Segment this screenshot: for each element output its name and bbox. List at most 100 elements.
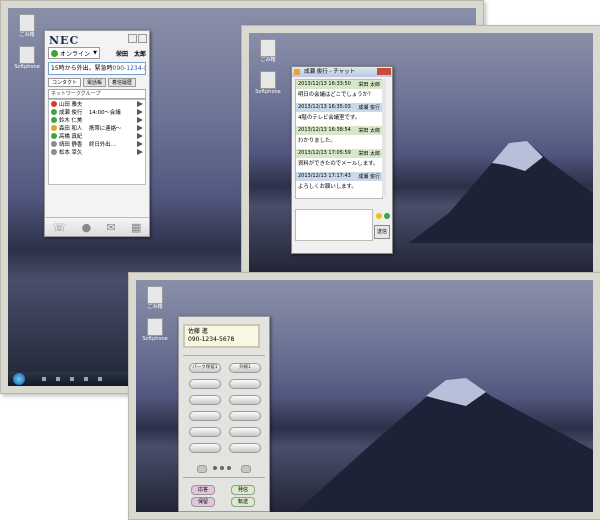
tray-icon[interactable] [42,377,46,381]
presence-icon [51,149,57,155]
chat-sender: 成瀬 俊行 [358,174,380,180]
chat-message-header: 2013/12/13 17:05:59 栄田 太郎 [296,149,382,158]
chevron-right-icon[interactable] [137,133,143,139]
function-key[interactable] [189,427,221,437]
tray-icon[interactable] [84,377,88,381]
chat-message: 2013/12/13 16:35:03 成瀬 俊行 4階のテレビ会議室です。 [296,103,382,122]
emoji-icon[interactable] [376,213,382,219]
contact-row[interactable]: 松本 幸久 [49,148,145,156]
desktop-icon-softphone[interactable]: Softphone [255,71,281,95]
chat-message-header: 2013/12/13 17:17:43 成瀬 俊行 [296,172,382,181]
mail-icon[interactable]: ✉ [107,221,116,234]
chat-message-header: 2013/12/13 16:33:50 栄田 太郎 [296,80,382,89]
answer-button[interactable]: 応答 [191,485,215,495]
function-key[interactable] [229,427,261,437]
function-key[interactable] [229,395,261,405]
presence-icon [51,117,57,123]
start-button[interactable] [13,373,25,385]
chevron-right-icon[interactable] [137,109,143,115]
chevron-right-icon[interactable] [137,149,143,155]
chat-sender: 栄田 太郎 [358,151,380,157]
contact-name: 鈴木 仁美 [59,118,83,124]
chat-title: 成瀬 俊行 - チャット [304,69,356,75]
call-button[interactable]: 発信 [231,485,255,495]
tray-icon[interactable] [98,377,102,381]
presence-icon [51,101,57,107]
chevron-right-icon[interactable] [137,141,143,147]
app-shortcut-icon [147,318,163,336]
function-key[interactable] [189,411,221,421]
status-message-field[interactable]: 15時から外出。緊急時090-1234-xxxx [48,62,146,75]
function-key[interactable]: 外線1 [229,363,261,373]
page-indicator [227,466,231,470]
phone-icon[interactable]: ☏ [53,221,67,234]
chat-message: 2013/12/13 16:33:50 栄田 太郎 明日の会議はどこでしょうか？ [296,80,382,99]
chevron-right-icon[interactable] [137,125,143,131]
function-key[interactable] [189,379,221,389]
minimize-button[interactable] [128,34,137,43]
page-indicator [213,466,217,470]
callee-display: 佐藤 進 090-1234-5678 [183,324,260,348]
function-key[interactable]: パーク保留1 [189,363,221,373]
contact-list: 山田 雅夫 成瀬 俊行 14:00〜会議鈴木 仁美 森田 和人 携帯に連絡〜高橋 真紀靖… [48,99,146,185]
chat-title-bar: 成瀬 俊行 - チャット [292,67,392,77]
contact-row[interactable]: 山田 雅夫 [49,100,145,108]
page-prev-button[interactable] [197,465,207,473]
tab-phonebook[interactable]: 電話帳 [83,78,107,87]
close-button[interactable] [377,68,391,75]
contact-name: 成瀬 俊行 [59,110,83,116]
chevron-down-icon: ▼ [93,50,97,56]
desktop-icon-softphone[interactable]: Softphone [142,318,168,342]
transfer-button[interactable]: 転送 [231,497,255,507]
function-key[interactable] [229,379,261,389]
contact-row[interactable]: 森田 和人 携帯に連絡〜 [49,124,145,132]
chat-timestamp: 2013/12/13 16:35:03 [298,104,351,110]
chat-input[interactable] [295,209,373,241]
contact-row[interactable]: 靖田 静香 終日外出… [49,140,145,148]
close-button[interactable] [138,34,147,43]
desktop-screen-2: ごみ箱 Softphone 成瀬 俊行 - チャット 2013/12/13 16… [249,33,593,273]
contact-row[interactable]: 成瀬 俊行 14:00〜会議 [49,108,145,116]
keypad-icon[interactable]: ▦ [131,221,141,234]
monitor-frame-2: ごみ箱 Softphone 成瀬 俊行 - チャット 2013/12/13 16… [241,25,600,277]
tab-contacts[interactable]: コンタクト [48,78,82,87]
contact-note: 終日外出… [89,142,116,148]
status-dropdown[interactable]: オンライン ▼ [48,47,100,59]
contact-name: 高橋 真紀 [59,134,83,140]
desktop-icon-recycle-bin[interactable]: ごみ箱 [14,14,40,38]
presence-icon [51,133,57,139]
function-key[interactable] [189,395,221,405]
chat-sender: 成瀬 俊行 [358,105,380,111]
status-row: オンライン ▼ 栄田 太郎 [48,47,146,59]
chat-icon[interactable]: ● [82,221,92,234]
status-label: オンライン [60,50,91,58]
desktop-icon-softphone[interactable]: Softphone [14,46,40,70]
function-key[interactable] [189,443,221,453]
function-key[interactable] [229,411,261,421]
function-key[interactable] [229,443,261,453]
tray-icon[interactable] [56,377,60,381]
chat-message-header: 2013/12/13 16:35:03 成瀬 俊行 [296,103,382,112]
chevron-right-icon[interactable] [137,101,143,107]
presence-icon [51,109,57,115]
status-message-number: 090-1234-xxxx [112,65,145,72]
chat-message: 2013/12/13 16:38:54 栄田 太郎 わかりました。 [296,126,382,145]
send-button[interactable]: 送信 [374,225,390,239]
tab-call-history[interactable]: 着信履歴 [108,78,137,87]
tray-icon[interactable] [70,377,74,381]
desktop-icon-recycle-bin[interactable]: ごみ箱 [255,39,281,63]
chevron-right-icon[interactable] [137,117,143,123]
chat-scrollbar[interactable] [382,79,386,197]
desktop-icon-recycle-bin[interactable]: ごみ箱 [142,286,168,310]
page-next-button[interactable] [241,465,251,473]
group-dropdown[interactable]: ネットワークグループ [48,89,146,99]
callee-number: 090-1234-5678 [188,336,235,343]
contact-row[interactable]: 高橋 真紀 [49,132,145,140]
contact-row[interactable]: 鈴木 仁美 [49,116,145,124]
phone-call-icon[interactable] [384,213,390,219]
status-message-text: 15時から外出。緊急時 [51,65,113,72]
contact-name: 森田 和人 [59,126,83,132]
monitor-frame-3: ごみ箱 Softphone 佐藤 進 090-1234-5678 パーク保留1 外… [128,272,600,520]
divider [183,477,265,478]
hold-button[interactable]: 保留 [191,497,215,507]
